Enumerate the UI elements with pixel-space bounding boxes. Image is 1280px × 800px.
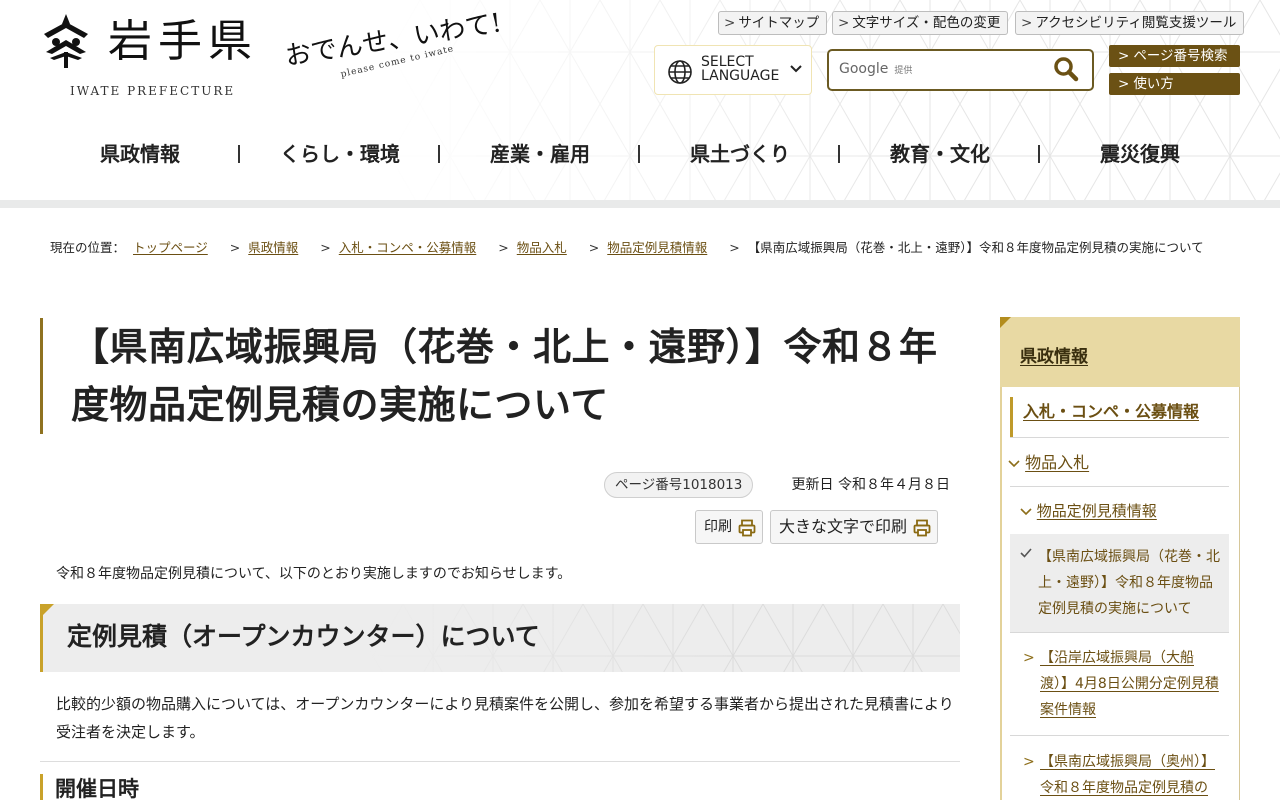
gnav-item-land-development[interactable]: 県土づくり xyxy=(640,132,840,176)
breadcrumb-link-prefectural-info[interactable]: 県政情報 xyxy=(248,240,298,255)
section-body-text: 比較的少額の物品購入については、オープンカウンターにより見積案件を公開し、参加を… xyxy=(56,695,954,741)
page-info: ページ番号1018013 更新日 令和８年４月８日 xyxy=(604,472,950,498)
page: 岩手県 IWATE PREFECTURE おでんせ、いわて! please co… xyxy=(0,0,1280,800)
site-header: 岩手県 IWATE PREFECTURE おでんせ、いわて! please co… xyxy=(0,0,1280,200)
page-number-badge: ページ番号1018013 xyxy=(604,472,754,498)
site-search: Google 提供 xyxy=(827,49,1094,91)
chevron-right-icon: > xyxy=(1023,650,1035,666)
print-large-label: 大きな文字で印刷 xyxy=(779,517,908,536)
gnav-item-education-culture[interactable]: 教育・文化 xyxy=(840,132,1040,176)
breadcrumb-link-goods-bidding[interactable]: 物品入札 xyxy=(517,240,567,255)
side-nav-item-goods-bidding[interactable]: 物品入札 xyxy=(1008,451,1089,475)
chevron-right-icon: > xyxy=(1023,754,1035,770)
gnav-item-disaster-recovery[interactable]: 震災復興 xyxy=(1040,132,1240,176)
side-nav-item-bidding[interactable]: 入札・コンペ・公募情報 xyxy=(1010,397,1229,437)
side-nav-heading[interactable]: 県政情報 xyxy=(1000,317,1240,387)
side-nav: 県政情報 入札・コンペ・公募情報 物品入札 物品定例見積情報 【県南広域振興局（… xyxy=(1000,317,1240,800)
side-nav-item-sibling[interactable]: > 【沿岸広域振興局（大船渡）】4月8日公開分定例見積案件情報 xyxy=(1010,645,1229,723)
page-number-search-label: ページ番号検索 xyxy=(1133,48,1228,64)
chevron-right-icon: > xyxy=(1021,15,1033,31)
heading-corner-accent xyxy=(1000,317,1011,328)
breadcrumb-current: 【県南広域振興局（花巻・北上・遠野）】令和８年度物品定例見積の実施について xyxy=(747,240,1204,255)
breadcrumb-separator: > xyxy=(729,240,740,255)
side-nav-item-goods-bidding-label: 物品入札 xyxy=(1025,453,1090,472)
chevron-down-icon xyxy=(790,65,802,73)
font-color-settings-label: 文字サイズ・配色の変更 xyxy=(852,15,1001,31)
how-to-use-button[interactable]: > 使い方 xyxy=(1109,73,1240,95)
divider xyxy=(1010,735,1229,736)
side-nav-heading-link[interactable]: 県政情報 xyxy=(1020,342,1088,367)
subsection-heading: 開催日時 xyxy=(40,774,139,800)
side-nav-item-regular-estimate[interactable]: 物品定例見積情報 xyxy=(1020,499,1157,523)
print-large-text-button[interactable]: 大きな文字で印刷 xyxy=(770,510,939,544)
header-divider-band xyxy=(0,200,1280,208)
sitemap-label: サイトマップ xyxy=(738,15,820,31)
breadcrumb-separator: > xyxy=(320,240,331,255)
breadcrumb-link-top[interactable]: トップページ xyxy=(133,240,208,255)
section-heading-text: 定例見積（オープンカウンター）について xyxy=(67,622,540,651)
language-label: SELECT LANGUAGE xyxy=(701,55,779,83)
side-nav-rule xyxy=(1000,387,1002,800)
globe-icon xyxy=(668,60,692,84)
gnav-item-industry-employment[interactable]: 産業・雇用 xyxy=(440,132,640,176)
breadcrumb-separator: > xyxy=(498,240,509,255)
divider xyxy=(40,761,960,762)
breadcrumb: 現在の位置： トップページ > 県政情報 > 入札・コンペ・公募情報 > 物品入札 > 物品定例見… xyxy=(50,238,1230,257)
search-button[interactable] xyxy=(1051,55,1081,85)
heading-corner-accent xyxy=(43,604,54,615)
logo-english: IWATE PREFECTURE xyxy=(70,84,236,98)
side-nav-item-regular-estimate-label: 物品定例見積情報 xyxy=(1036,502,1157,520)
chevron-down-icon xyxy=(1020,507,1032,515)
search-icon xyxy=(1054,56,1079,81)
breadcrumb-link-bidding[interactable]: 入札・コンペ・公募情報 xyxy=(339,240,477,255)
language-label-line2: LANGUAGE xyxy=(701,68,780,84)
divider xyxy=(1010,486,1229,487)
print-label: 印刷 xyxy=(704,519,732,535)
accessibility-tool-link[interactable]: > アクセシビリティ閲覧支援ツール xyxy=(1015,11,1245,35)
sitemap-link[interactable]: > サイトマップ xyxy=(718,11,828,35)
chevron-right-icon: > xyxy=(1118,48,1130,64)
breadcrumb-separator: > xyxy=(229,240,241,255)
section-heading: 定例見積（オープンカウンター）について xyxy=(40,604,960,672)
divider xyxy=(1010,437,1229,438)
side-nav-item-sibling-label: 【沿岸広域振興局（大船渡）】4月8日公開分定例見積案件情報 xyxy=(1040,650,1219,718)
gnav-item-prefectural-info[interactable]: 県政情報 xyxy=(40,132,240,176)
check-icon xyxy=(1020,548,1032,558)
side-nav-item-current-label: 【県南広域振興局（花巻・北上・遠野）】令和８年度物品定例見積の実施について xyxy=(1038,549,1220,617)
printer-icon xyxy=(738,519,756,537)
divider xyxy=(1010,632,1229,633)
chevron-right-icon: > xyxy=(724,15,736,31)
accessibility-tool-label: アクセシビリティ閲覧支援ツール xyxy=(1035,15,1237,31)
site-logo[interactable]: 岩手県 IWATE PREFECTURE xyxy=(40,12,280,102)
chevron-right-icon: > xyxy=(1118,76,1130,92)
side-nav-item-sibling[interactable]: > 【県南広域振興局（奥州）】令和８年度物品定例見積の xyxy=(1010,749,1229,800)
intro-text: 令和８年度物品定例見積について、以下のとおり実施しますのでお知らせします。 xyxy=(56,566,572,582)
iwate-emblem-icon xyxy=(44,14,88,68)
side-nav-item-sibling-label: 【県南広域振興局（奥州）】令和８年度物品定例見積の xyxy=(1040,754,1215,796)
page-title: 【県南広域振興局（花巻・北上・遠野）】令和８年度物品定例見積の実施について xyxy=(40,318,970,434)
side-nav-item-current[interactable]: 【県南広域振興局（花巻・北上・遠野）】令和８年度物品定例見積の実施について xyxy=(1010,534,1229,632)
print-button[interactable]: 印刷 xyxy=(695,510,763,544)
breadcrumb-link-regular-estimate[interactable]: 物品定例見積情報 xyxy=(607,240,707,255)
chevron-down-icon xyxy=(1008,459,1020,467)
language-select-button[interactable]: SELECT LANGUAGE xyxy=(654,45,812,95)
tagline: おでんせ、いわて! please come to iwate xyxy=(283,8,526,94)
breadcrumb-separator: > xyxy=(588,240,600,255)
page-number-search-button[interactable]: > ページ番号検索 xyxy=(1109,45,1240,67)
how-to-use-label: 使い方 xyxy=(1133,76,1174,92)
global-nav: 県政情報 くらし・環境 産業・雇用 県土づくり 教育・文化 震災復興 xyxy=(40,132,1240,176)
chevron-right-icon: > xyxy=(838,15,850,31)
breadcrumb-label: 現在の位置： xyxy=(50,240,126,255)
side-nav-item-bidding-label: 入札・コンペ・公募情報 xyxy=(1023,402,1200,421)
printer-icon xyxy=(913,519,931,537)
updated-date: 更新日 令和８年４月８日 xyxy=(791,477,950,493)
search-input[interactable] xyxy=(839,58,1039,82)
gnav-item-living-environment[interactable]: くらし・環境 xyxy=(240,132,440,176)
logo-name: 岩手県 xyxy=(108,16,258,67)
font-color-settings-link[interactable]: > 文字サイズ・配色の変更 xyxy=(832,11,1009,35)
